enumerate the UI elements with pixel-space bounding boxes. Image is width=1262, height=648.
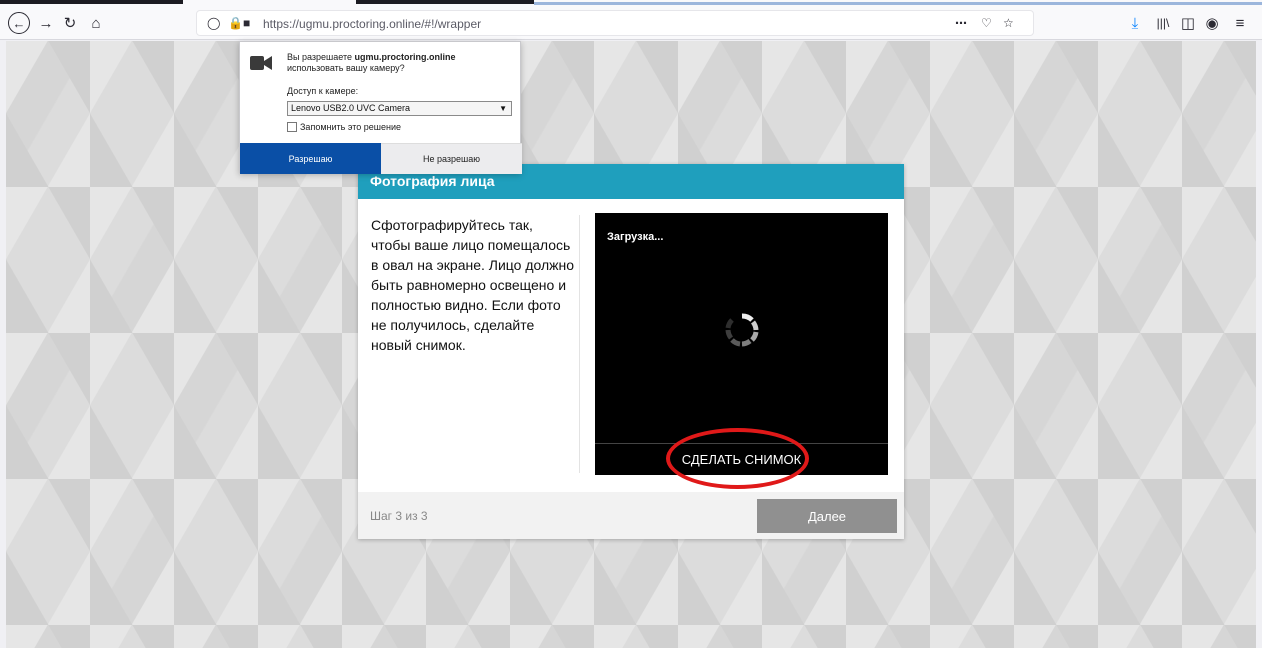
- dialog-footer: Шаг 3 из 3 Далее: [358, 492, 904, 539]
- face-photo-dialog: Фотография лица Сфотографируйтесь так, ч…: [358, 164, 904, 539]
- url-bar[interactable]: ◯ 🔒 ■ https://ugmu.proctoring.online/#!/…: [196, 10, 1034, 36]
- instructions-text: Сфотографируйтесь так, чтобы ваше лицо п…: [371, 217, 575, 353]
- dialog-body: Сфотографируйтесь так, чтобы ваше лицо п…: [358, 199, 904, 492]
- browser-toolbar: ← → ↻ ⌂ ◯ 🔒 ■ https://ugmu.proctoring.on…: [0, 6, 1262, 40]
- take-snapshot-button[interactable]: СДЕЛАТЬ СНИМОК: [595, 444, 888, 475]
- permission-question: Вы разрешаете ugmu.proctoring.online исп…: [287, 52, 456, 73]
- site-name: ugmu.proctoring.online: [354, 52, 456, 62]
- back-icon[interactable]: ←: [8, 12, 30, 34]
- sidebar-icon[interactable]: ◫: [1178, 13, 1198, 33]
- url-text[interactable]: https://ugmu.proctoring.online/#!/wrappe…: [263, 17, 481, 31]
- menu-icon[interactable]: ≡: [1230, 13, 1250, 33]
- lock-icon[interactable]: 🔒: [228, 16, 243, 30]
- camera-preview: Загрузка... СДЕЛАТЬ СНИМОК: [595, 213, 888, 475]
- shield-icon[interactable]: ◯: [207, 16, 220, 30]
- spinner-icon: [725, 313, 759, 347]
- remember-decision[interactable]: Запомнить это решение: [287, 122, 401, 132]
- camera-access-label: Доступ к камере:: [287, 86, 359, 96]
- tab-loading-bar: [534, 2, 1262, 5]
- remember-checkbox[interactable]: [287, 122, 297, 132]
- camera-icon[interactable]: ■: [243, 16, 250, 30]
- account-icon[interactable]: ◉: [1202, 13, 1222, 33]
- pocket-icon[interactable]: ♡: [981, 16, 992, 30]
- allow-button[interactable]: Разрешаю: [240, 143, 381, 174]
- download-icon[interactable]: ⤓: [1125, 13, 1145, 33]
- camera-select[interactable]: Lenovo USB2.0 UVC Camera ▼: [287, 101, 512, 116]
- star-icon[interactable]: ☆: [1003, 16, 1014, 30]
- deny-button[interactable]: Не разрешаю: [381, 143, 522, 174]
- camera-icon: [250, 56, 272, 70]
- camera-permission-popup: Вы разрешаете ugmu.proctoring.online исп…: [239, 41, 522, 174]
- library-icon[interactable]: |||\: [1153, 13, 1173, 33]
- step-indicator: Шаг 3 из 3: [370, 509, 428, 523]
- next-button[interactable]: Далее: [757, 499, 897, 533]
- forward-icon[interactable]: →: [36, 13, 56, 33]
- reload-icon[interactable]: ↻: [60, 13, 80, 33]
- home-icon[interactable]: ⌂: [86, 13, 106, 33]
- more-icon[interactable]: ⋯: [955, 16, 967, 30]
- loading-text: Загрузка...: [607, 231, 664, 243]
- dropdown-arrow-icon[interactable]: ▼: [499, 102, 507, 115]
- divider: [579, 215, 580, 473]
- tab[interactable]: [0, 0, 183, 4]
- tab-active[interactable]: [356, 0, 534, 4]
